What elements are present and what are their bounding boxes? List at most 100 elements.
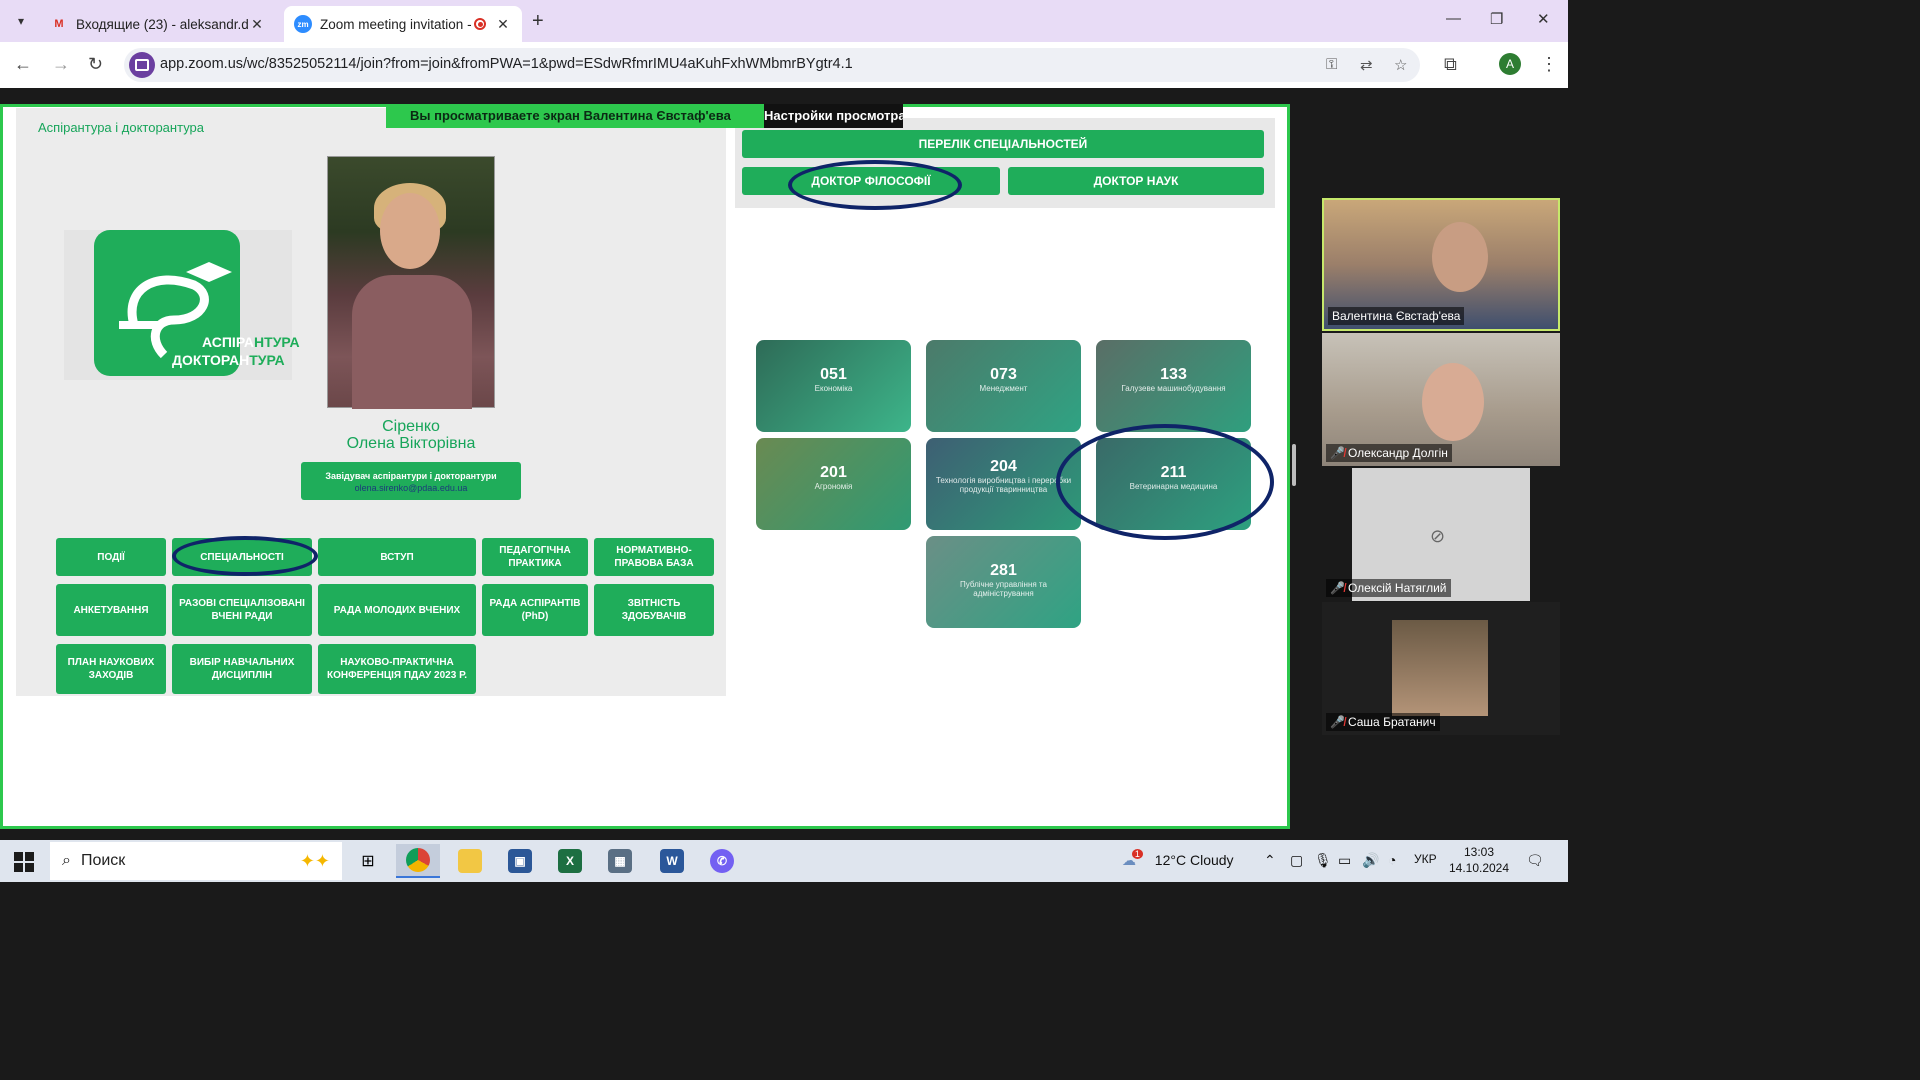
menu-reporting[interactable]: ЗВІТНІСТЬ ЗДОБУВАЧІВ xyxy=(594,584,714,636)
back-icon[interactable]: ← xyxy=(14,54,32,75)
viewing-screen-label: Вы просматриваете экран Валентина Євстаф… xyxy=(386,104,764,128)
muted-mic-icon: 🎤̸ xyxy=(1330,715,1345,729)
kebab-menu-icon[interactable]: ⋮ xyxy=(1540,54,1558,75)
aspirantura-logo: АСПІРАНТУРА ДОКТОРАНТУРА xyxy=(64,230,300,380)
head-contact-button[interactable]: Завідувач аспірантури і докторантури ole… xyxy=(301,462,521,500)
tab-gmail[interactable]: M Входящие (23) - aleksandr.ds8 ✕ xyxy=(40,6,276,42)
taskbar-search[interactable]: ⌕ Поиск ✦✦ xyxy=(50,842,342,880)
menu-events[interactable]: ПОДІЇ xyxy=(56,538,166,576)
share-banner: Вы просматриваете экран Валентина Євстаф… xyxy=(386,104,903,128)
tray-chevron-icon[interactable]: ⌃ xyxy=(1264,852,1276,869)
site-info-icon[interactable] xyxy=(129,52,155,78)
calculator-icon[interactable]: ▦ xyxy=(598,844,642,878)
tab-zoom[interactable]: zm Zoom meeting invitation - Z ✕ xyxy=(284,6,522,42)
weather-badge: 1 xyxy=(1131,849,1143,859)
menu-admission[interactable]: ВСТУП xyxy=(318,538,476,576)
doctor-science-button[interactable]: ДОКТОР НАУК xyxy=(1008,167,1264,195)
bookmark-star-icon[interactable]: ☆ xyxy=(1394,56,1407,74)
menu-pedagogical-practice[interactable]: ПЕДАГОГІЧНА ПРАКТИКА xyxy=(482,538,588,576)
search-placeholder: Поиск xyxy=(80,852,126,869)
menu-events-plan[interactable]: ПЛАН НАУКОВИХ ЗАХОДІВ xyxy=(56,644,166,694)
recording-icon xyxy=(474,18,486,30)
shared-page-left: Аспірантура і докторантура АСПІРАНТУРА Д… xyxy=(16,108,726,696)
specialties-list-button[interactable]: ПЕРЕЛІК СПЕЦІАЛЬНОСТЕЙ xyxy=(742,130,1264,158)
view-settings-button[interactable]: Настройки просмотра xyxy=(764,104,903,128)
browser-toolbar: ← → ↻ app.zoom.us/wc/83525052114/join?fr… xyxy=(0,42,1568,88)
annotation-circle-specialties xyxy=(172,536,318,576)
sparkle-icon: ✦✦ xyxy=(299,850,330,871)
minimize-icon[interactable]: — xyxy=(1446,10,1461,27)
muted-mic-icon: 🎤̸ xyxy=(1330,581,1345,595)
extensions-icon[interactable]: ⧉ xyxy=(1444,54,1457,75)
wifi-icon[interactable]: ◔ xyxy=(1388,852,1396,868)
restore-icon[interactable]: ❐ xyxy=(1490,10,1503,28)
logo-text-line1: АСПІРАНТУРА xyxy=(202,334,300,350)
participant-tile[interactable]: 🎤̸ Саша Братанич xyxy=(1322,602,1560,735)
participant-tile[interactable]: Валентина Євстаф'ева xyxy=(1322,198,1560,331)
volume-icon[interactable]: 🔊 xyxy=(1362,852,1379,869)
taskbar-clock[interactable]: 13:03 14.10.2024 xyxy=(1448,844,1510,876)
specialty-281[interactable]: 281 Публічне управління та адмініструван… xyxy=(926,536,1081,628)
close-tab-icon[interactable]: ✕ xyxy=(248,16,266,33)
url-text: app.zoom.us/wc/83525052114/join?from=joi… xyxy=(160,56,853,72)
word-icon[interactable]: W xyxy=(650,844,694,878)
menu-phd-council[interactable]: РАДА АСПІРАНТІВ (PhD) xyxy=(482,584,588,636)
participant-face xyxy=(1422,363,1484,441)
zoom-icon: zm xyxy=(294,15,312,33)
translate-icon[interactable]: ⇄ xyxy=(1360,56,1373,74)
head-photo xyxy=(327,156,495,409)
menu-surveys[interactable]: АНКЕТУВАННЯ xyxy=(56,584,166,636)
tab-title: Zoom meeting invitation - Z xyxy=(320,16,474,32)
weather-widget[interactable]: ☁ 1 12°C Cloudy xyxy=(1122,849,1234,869)
battery-icon[interactable]: ▭ xyxy=(1338,852,1351,869)
menu-regulatory-base[interactable]: НОРМАТИВНО-ПРАВОВА БАЗА xyxy=(594,538,714,576)
menu-specialized-councils[interactable]: РАЗОВІ СПЕЦІАЛІЗОВАНІ ВЧЕНІ РАДИ xyxy=(172,584,312,636)
page-title: Аспірантура і докторантура xyxy=(38,120,205,135)
language-indicator[interactable]: УКР xyxy=(1414,852,1437,866)
specialty-201[interactable]: 201 Агрономія xyxy=(756,438,911,530)
chrome-taskbar-icon[interactable] xyxy=(396,844,440,878)
menu-disciplines[interactable]: ВИБІР НАВЧАЛЬНИХ ДИСЦИПЛІН xyxy=(172,644,312,694)
participant-name: 🎤̸ Саша Братанич xyxy=(1326,713,1440,731)
muted-mic-icon: 🎤̸ xyxy=(1330,446,1345,460)
file-explorer-icon[interactable] xyxy=(448,844,492,878)
address-bar[interactable]: app.zoom.us/wc/83525052114/join?from=joi… xyxy=(124,48,1420,82)
annotation-circle-211 xyxy=(1056,424,1274,540)
gmail-icon: M xyxy=(54,18,64,30)
logo-text-line2: ДОКТОРАНТУРА xyxy=(172,352,285,368)
browser-tab-bar: ▾ M Входящие (23) - aleksandr.ds8 ✕ zm Z… xyxy=(0,0,1568,42)
close-window-icon[interactable]: ✕ xyxy=(1537,10,1550,28)
viber-icon[interactable]: ✆ xyxy=(700,844,744,878)
participant-tile[interactable]: ⊘ 🎤̸ Олексій Натяглий xyxy=(1322,468,1560,601)
forward-icon[interactable]: → xyxy=(52,54,70,75)
profile-avatar[interactable]: A xyxy=(1499,53,1521,75)
menu-young-scientists[interactable]: РАДА МОЛОДИХ ВЧЕНИХ xyxy=(318,584,476,636)
tab-search-chevron-icon[interactable]: ▾ xyxy=(8,8,34,34)
save-disk-app-icon[interactable]: ▣ xyxy=(498,844,542,878)
specialty-051[interactable]: 051 Економіка xyxy=(756,340,911,432)
key-icon[interactable]: ⚿ xyxy=(1326,56,1337,73)
menu-conference[interactable]: НАУКОВО-ПРАКТИЧНА КОНФЕРЕНЦІЯ ПДАУ 2023 … xyxy=(318,644,476,694)
microphone-icon[interactable]: 🎙 xyxy=(1314,852,1332,869)
notifications-icon[interactable]: 🗨 xyxy=(1526,852,1544,869)
excel-icon[interactable]: X xyxy=(548,844,592,878)
reload-icon[interactable]: ↻ xyxy=(88,54,103,75)
task-view-icon[interactable]: ⊞ xyxy=(346,844,390,878)
participant-name: 🎤̸ Олексій Натяглий xyxy=(1326,579,1451,597)
participant-tile[interactable]: 🎤̸ Олександр Долгін xyxy=(1322,333,1560,466)
participants-resize-handle[interactable] xyxy=(1292,444,1296,486)
new-tab-icon[interactable]: + xyxy=(532,10,544,33)
specialty-133[interactable]: 133 Галузеве машинобудування xyxy=(1096,340,1251,432)
participant-face xyxy=(1432,222,1488,292)
tab-title: Входящие (23) - aleksandr.ds8 xyxy=(76,16,248,32)
meet-now-icon[interactable]: ▢ xyxy=(1290,852,1303,869)
windows-taskbar: ⌕ Поиск ✦✦ ⊞ ▣ X ▦ W ✆ ☁ 1 12°C Cloudy ⌃… xyxy=(0,840,1568,882)
specialty-073[interactable]: 073 Менеджмент xyxy=(926,340,1081,432)
participant-name: 🎤̸ Олександр Долгін xyxy=(1326,444,1452,462)
video-off-icon: ⊘ xyxy=(1430,526,1446,546)
close-tab-icon[interactable]: ✕ xyxy=(494,16,512,33)
weather-text: 12°C Cloudy xyxy=(1154,852,1234,868)
search-icon: ⌕ xyxy=(62,852,71,869)
windows-start-icon[interactable] xyxy=(14,852,34,872)
participant-avatar xyxy=(1392,620,1488,716)
